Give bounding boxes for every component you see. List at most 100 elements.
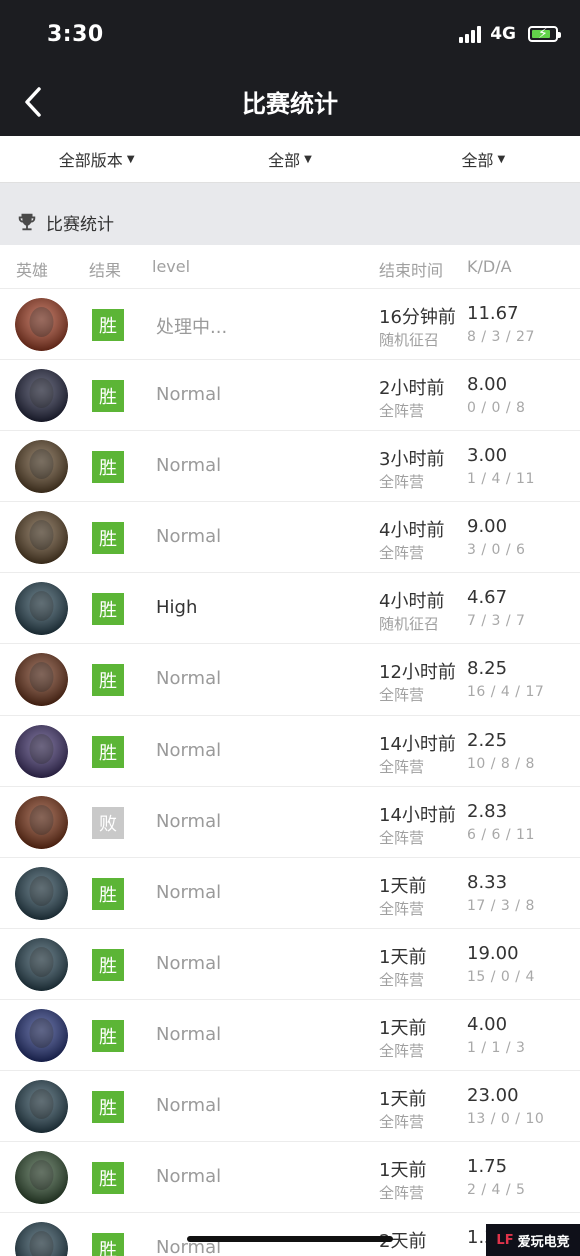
match-row[interactable]: 胜 Normal 4小时前 全阵营 9.00 3 / 0 / 6 [0,502,580,574]
filter-mode-dropdown[interactable]: 全部 ▼ [193,136,386,182]
game-mode: 随机征召 [379,615,440,634]
kda-detail: 3 / 0 / 6 [467,542,526,559]
match-row[interactable]: 胜 Normal 1天前 全阵营 23.00 13 / 0 / 10 [0,1071,580,1143]
column-headers: 英雄 结果 level 结束时间 K/D/A [0,245,580,289]
caret-down-icon: ▼ [304,153,312,165]
kda-ratio: 9.00 [467,516,508,538]
hero-avatar [15,1008,68,1062]
result-badge: 胜 [92,380,124,413]
level-text: High [156,597,198,619]
kda-ratio: 2.25 [467,729,508,751]
result-badge: 胜 [92,451,124,484]
result-badge: 胜 [92,1162,124,1195]
match-row[interactable]: 败 Normal 14小时前 全阵营 2.83 6 / 6 / 11 [0,787,580,858]
filter-label: 全部 [268,151,301,170]
caret-down-icon: ▼ [126,153,135,165]
filter-label: 全部版本 [58,151,123,170]
kda-ratio: 8.00 [467,374,508,396]
hero-avatar [15,724,68,778]
level-text: Normal [156,1023,222,1045]
watermark-mark: LF [496,1232,514,1248]
app-header: 3:30 4G ⚡ 比赛统计 [0,0,580,136]
end-time: 4小时前 [379,520,445,542]
result-badge: 胜 [92,1019,124,1052]
kda-ratio: 8.33 [467,871,508,893]
end-time: 14小时前 [379,804,456,826]
status-time: 3:30 [47,22,104,47]
result-badge: 胜 [92,309,124,341]
level-text: Normal [156,455,222,477]
kda-detail: 8 / 3 / 27 [467,329,535,345]
battery-icon: ⚡ [528,26,561,42]
kda-detail: 0 / 0 / 8 [467,400,526,417]
level-text: Normal [156,526,222,548]
signal-icon [459,25,482,43]
result-badge: 胜 [92,522,124,555]
level-text: Normal [156,952,222,974]
column-level: level [152,257,191,276]
kda-ratio: 4.00 [467,1013,508,1035]
filter-label: 全部 [461,151,494,170]
kda-detail: 13 / 0 / 10 [467,1111,545,1128]
match-row[interactable]: 胜 Normal 1天前 全阵营 19.00 15 / 0 / 4 [0,929,580,1000]
kda-ratio: 23.00 [467,1085,519,1107]
match-row[interactable]: 胜 Normal 3小时前 全阵营 3.00 1 / 4 / 11 [0,431,580,503]
kda-detail: 7 / 3 / 7 [467,613,526,630]
hero-avatar [15,653,68,707]
game-mode: 全阵营 [379,1184,425,1203]
hero-avatar [15,1151,68,1205]
hero-avatar [15,511,68,565]
end-time: 1天前 [379,875,427,897]
result-badge: 胜 [92,735,124,768]
match-row[interactable]: 胜 Normal 2小时前 全阵营 8.00 0 / 0 / 8 [0,360,580,432]
kda-detail: 16 / 4 / 17 [467,684,545,701]
kda-detail: 1 / 1 / 3 [467,1039,526,1056]
filter-version-dropdown[interactable]: 全部版本 ▼ [0,136,193,182]
level-text: Normal [156,384,222,406]
match-row[interactable]: 胜 处理中... 16分钟前 随机征召 11.67 8 / 3 / 27 [0,289,580,361]
game-mode: 全阵营 [379,1041,425,1060]
page-title: 比赛统计 [242,90,338,118]
end-time: 12小时前 [379,662,456,684]
caret-down-icon: ▼ [497,153,506,165]
kda-ratio: 19.00 [467,942,519,964]
match-row[interactable]: 胜 High 4小时前 随机征召 4.67 7 / 3 / 7 [0,573,580,645]
hero-avatar [15,1222,68,1256]
end-time: 1天前 [379,1160,427,1182]
kda-detail: 17 / 3 / 8 [467,897,535,914]
hero-avatar [15,369,68,423]
result-badge: 胜 [92,1091,124,1124]
level-text: Normal [156,1095,222,1117]
kda-detail: 2 / 4 / 5 [467,1182,526,1199]
hero-avatar [15,795,68,849]
match-row[interactable]: 胜 Normal 14小时前 全阵营 2.25 10 / 8 / 8 [0,716,580,787]
kda-ratio: 3.00 [467,445,508,467]
end-time: 16分钟前 [379,307,456,328]
end-time: 1天前 [379,1017,427,1039]
game-mode: 全阵营 [379,828,425,847]
level-text: Normal [156,739,222,761]
watermark-logo: LF 爱玩电竞 [486,1224,580,1256]
result-badge: 胜 [92,1233,124,1256]
hero-avatar [15,866,68,920]
battery-bolt-icon: ⚡ [538,26,548,42]
level-text: Normal [156,1166,222,1188]
match-row[interactable]: 胜 Normal 12小时前 全阵营 8.25 16 / 4 / 17 [0,644,580,716]
result-badge: 胜 [92,877,124,910]
filter-result-dropdown[interactable]: 全部 ▼ [387,136,580,182]
kda-detail: 10 / 8 / 8 [467,755,535,772]
game-mode: 全阵营 [379,473,425,492]
match-list: 胜 处理中... 16分钟前 随机征召 11.67 8 / 3 / 27 胜 N… [0,289,580,1256]
end-time: 3小时前 [379,449,445,471]
hero-avatar [15,937,68,991]
match-row[interactable]: 胜 Normal 1天前 全阵营 8.33 17 / 3 / 8 [0,858,580,929]
column-end-time: 结束时间 [379,261,444,280]
end-time: 1天前 [379,1089,427,1111]
match-row[interactable]: 胜 Normal 1天前 全阵营 1.75 2 / 4 / 5 [0,1142,580,1214]
hero-avatar [15,582,68,636]
kda-ratio: 2.83 [467,800,508,822]
column-kda: K/D/A [467,257,512,276]
end-time: 4小时前 [379,591,445,613]
level-text: Normal [156,881,222,903]
match-row[interactable]: 胜 Normal 1天前 全阵营 4.00 1 / 1 / 3 [0,1000,580,1072]
